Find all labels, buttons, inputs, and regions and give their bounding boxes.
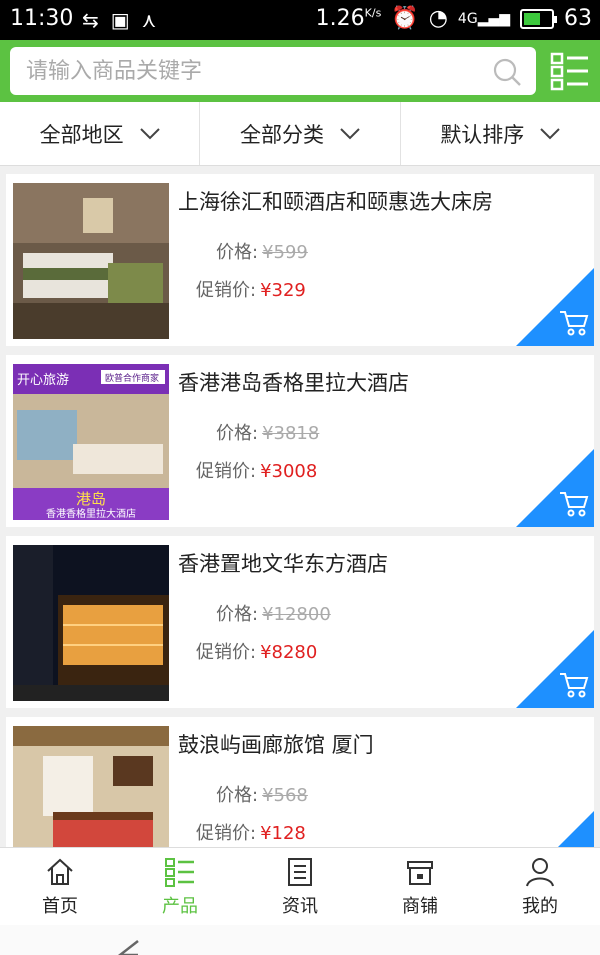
battery-percent: 63 bbox=[564, 6, 592, 31]
original-price: ¥599 bbox=[262, 242, 308, 263]
product-name: 香港置地文华东方酒店 bbox=[178, 552, 388, 576]
search-box[interactable] bbox=[10, 47, 536, 95]
sale-label: 促销价: bbox=[196, 280, 257, 301]
product-image[interactable] bbox=[13, 183, 169, 339]
product-name: 香港港岛香格里拉大酒店 bbox=[178, 371, 409, 395]
status-bar: 11:30 ⇆ ▣ ⋏ 1.26K/s ⏰ ◔ 4G▂▄▆ 63 bbox=[0, 0, 600, 40]
status-time: 11:30 bbox=[10, 6, 74, 31]
filter-sort[interactable]: 默认排序 bbox=[401, 102, 600, 165]
sale-price: ¥128 bbox=[260, 823, 306, 844]
shop-icon bbox=[407, 861, 433, 885]
add-to-cart-button[interactable] bbox=[516, 268, 594, 346]
sale-price: ¥8280 bbox=[260, 642, 318, 663]
price-label: 价格: bbox=[216, 604, 259, 625]
filter-label: 全部地区 bbox=[39, 122, 124, 147]
bottom-tab-bar: 首页 产品 资讯 商铺 我的 bbox=[0, 847, 600, 925]
tab-label: 资讯 bbox=[282, 896, 318, 917]
product-image[interactable]: 开心旅游 欧普合作商家 港岛 香港香格里拉大酒店 bbox=[13, 364, 169, 520]
price-label: 价格: bbox=[216, 423, 259, 444]
search-icon[interactable] bbox=[492, 57, 522, 87]
product-name: 鼓浪屿画廊旅馆 厦门 bbox=[178, 733, 374, 757]
battery-fill bbox=[524, 12, 541, 25]
add-to-cart-button[interactable] bbox=[516, 811, 594, 847]
svg-text:开心旅游: 开心旅游 bbox=[17, 373, 69, 388]
product-name: 上海徐汇和颐酒店和颐惠选大床房 bbox=[178, 190, 493, 214]
price-label: 价格: bbox=[216, 785, 259, 806]
tab-label: 我的 bbox=[522, 896, 558, 917]
svg-text:香港香格里拉大酒店: 香港香格里拉大酒店 bbox=[46, 507, 136, 520]
tab-label: 产品 bbox=[162, 896, 198, 917]
filter-category[interactable]: 全部分类 bbox=[200, 102, 401, 165]
system-nav-bar bbox=[0, 925, 600, 955]
alarm-icon: ⏰ bbox=[391, 6, 419, 31]
filter-label: 默认排序 bbox=[440, 122, 525, 147]
filter-label: 全部分类 bbox=[239, 122, 324, 147]
filter-bar: 全部地区 全部分类 默认排序 bbox=[0, 102, 600, 166]
add-to-cart-button[interactable] bbox=[516, 449, 594, 527]
sale-price: ¥329 bbox=[260, 280, 306, 301]
product-card[interactable]: 鼓浪屿画廊旅馆 厦门 价格: ¥568 促销价: ¥128 bbox=[6, 717, 594, 847]
original-price: ¥3818 bbox=[262, 423, 320, 444]
sale-label: 促销价: bbox=[196, 642, 257, 663]
product-image[interactable] bbox=[13, 726, 169, 847]
sale-price: ¥3008 bbox=[260, 461, 318, 482]
chevron-down-icon bbox=[540, 127, 561, 139]
search-input[interactable] bbox=[10, 47, 480, 95]
share-icon: ⋏ bbox=[141, 8, 157, 32]
product-card[interactable]: 开心旅游 欧普合作商家 港岛 香港香格里拉大酒店 香港港岛香格里拉大酒店 价格:… bbox=[6, 355, 594, 527]
product-card[interactable]: 香港置地文华东方酒店 价格: ¥12800 促销价: ¥8280 bbox=[6, 536, 594, 708]
tab-label: 商铺 bbox=[402, 896, 438, 917]
tab-label: 首页 bbox=[42, 896, 78, 917]
back-icon[interactable] bbox=[110, 935, 150, 955]
add-to-cart-button[interactable] bbox=[516, 630, 594, 708]
price-label: 价格: bbox=[216, 242, 259, 263]
svg-text:港岛: 港岛 bbox=[76, 490, 106, 508]
menu-icon[interactable] bbox=[550, 50, 590, 92]
list-icon bbox=[165, 858, 194, 887]
sale-label: 促销价: bbox=[196, 823, 257, 844]
product-image[interactable] bbox=[13, 545, 169, 701]
product-card[interactable]: 上海徐汇和颐酒店和颐惠选大床房 价格: ¥599 促销价: ¥329 bbox=[6, 174, 594, 346]
filter-region[interactable]: 全部地区 bbox=[0, 102, 201, 165]
user-icon bbox=[526, 858, 554, 887]
tab-me[interactable]: 我的 bbox=[480, 848, 600, 925]
signal-icon: 4G▂▄▆ bbox=[457, 10, 510, 27]
tab-products[interactable]: 产品 bbox=[120, 848, 240, 925]
original-price: ¥12800 bbox=[262, 604, 331, 625]
tab-news[interactable]: 资讯 bbox=[240, 848, 360, 925]
wifi-icon: ◔ bbox=[428, 6, 448, 31]
chevron-down-icon bbox=[340, 127, 360, 139]
home-icon bbox=[47, 858, 73, 885]
usb-icon: ⇆ bbox=[82, 8, 99, 32]
sale-label: 促销价: bbox=[196, 461, 257, 482]
image-icon: ▣ bbox=[110, 8, 130, 32]
battery-icon bbox=[520, 8, 557, 29]
product-list: 上海徐汇和颐酒店和颐惠选大床房 价格: ¥599 促销价: ¥329 开心旅游 欧普… bbox=[0, 166, 600, 847]
svg-text:欧普合作商家: 欧普合作商家 bbox=[105, 372, 159, 384]
tab-home[interactable]: 首页 bbox=[0, 848, 120, 925]
network-speed: 1.26K/s bbox=[315, 6, 382, 31]
tab-shop[interactable]: 商铺 bbox=[360, 848, 480, 925]
original-price: ¥568 bbox=[262, 785, 308, 806]
news-icon bbox=[288, 858, 312, 886]
chevron-down-icon bbox=[139, 127, 160, 139]
header bbox=[0, 40, 600, 102]
